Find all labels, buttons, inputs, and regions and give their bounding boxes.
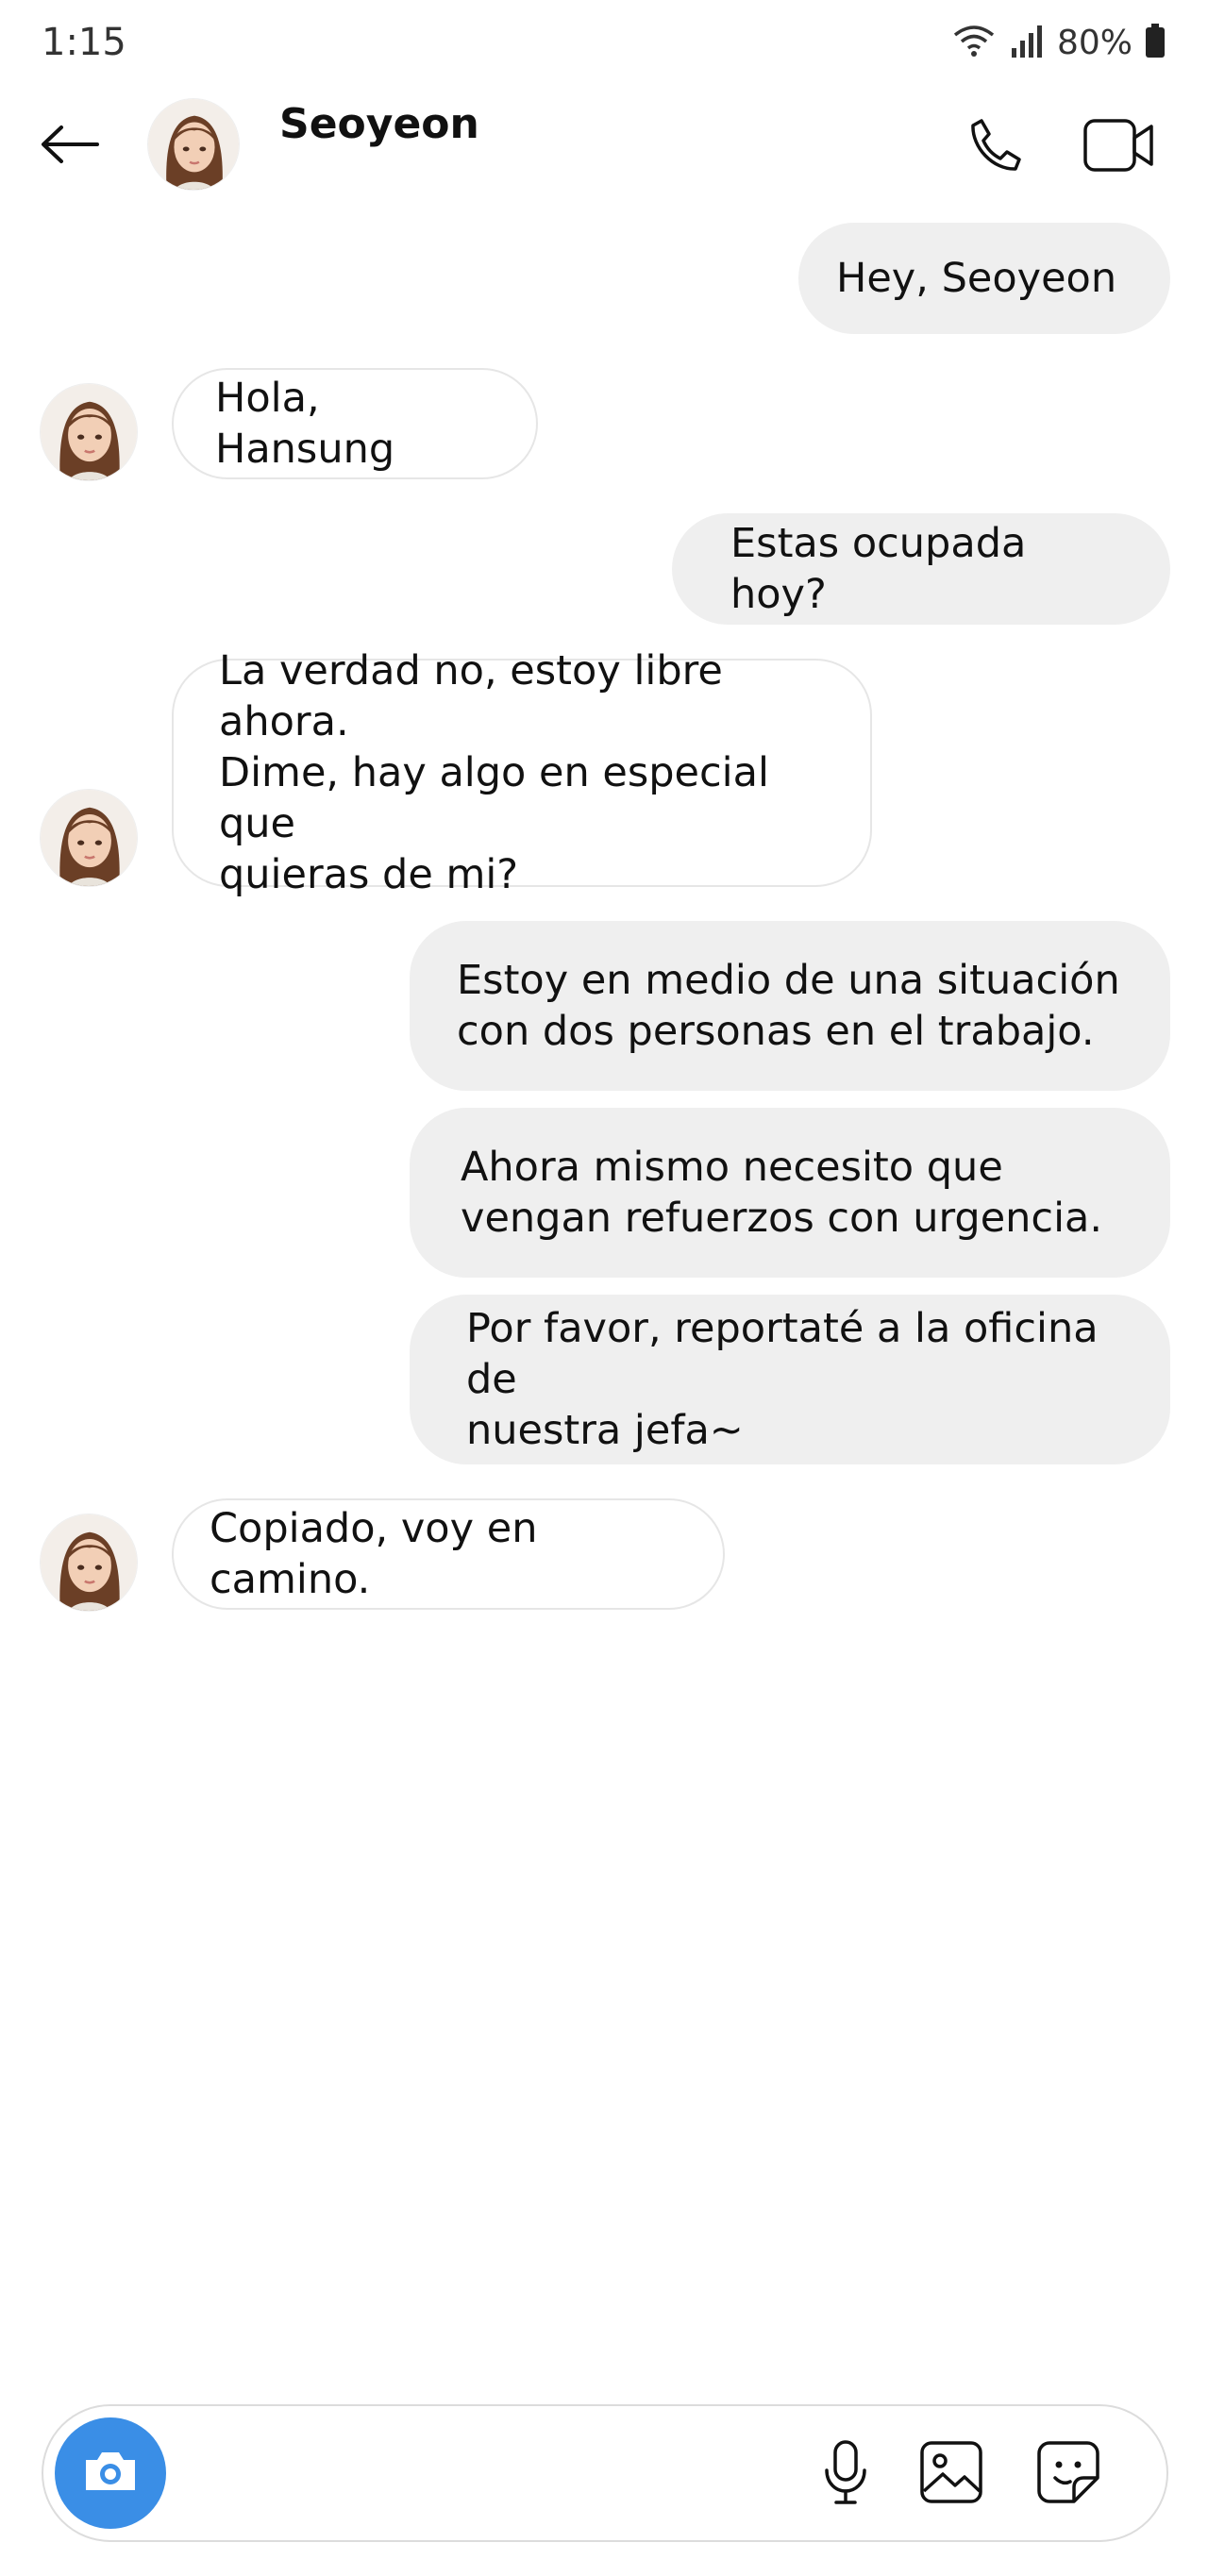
voice-message-button[interactable]: [806, 2434, 885, 2514]
status-bar: 1:15 80%: [0, 0, 1208, 85]
message-bubble-sent[interactable]: Hey, Seoyeon: [798, 223, 1170, 334]
status-time: 1:15: [42, 21, 126, 64]
message-bubble-received[interactable]: Copiado, voy en camino.: [172, 1498, 725, 1610]
chat-header: Seoyeon: [0, 85, 1208, 208]
sender-avatar[interactable]: [40, 383, 138, 481]
gallery-icon: [917, 2438, 985, 2510]
message-text: Por favor, reportaté a la oficina de nue…: [466, 1305, 1099, 1454]
sticker-button[interactable]: [1029, 2434, 1108, 2514]
wifi-icon: [951, 22, 997, 63]
message-text: Hey, Seoyeon: [836, 255, 1117, 302]
message-text: Copiado, voy en camino.: [210, 1505, 538, 1603]
message-composer: [42, 2404, 1168, 2542]
message-text: La verdad no, estoy libre ahora. Dime, h…: [219, 647, 769, 898]
message-bubble-sent[interactable]: Ahora mismo necesito que vengan refuerzo…: [410, 1108, 1170, 1278]
message-text: Estoy en medio de una situación con dos …: [457, 957, 1120, 1055]
video-call-button[interactable]: [1074, 109, 1165, 185]
sender-avatar[interactable]: [40, 789, 138, 887]
sender-avatar[interactable]: [40, 1514, 138, 1612]
phone-icon: [965, 115, 1025, 179]
contact-name[interactable]: Seoyeon: [279, 100, 479, 148]
contact-avatar[interactable]: [147, 98, 240, 191]
voice-call-button[interactable]: [957, 109, 1032, 185]
back-button[interactable]: [36, 113, 102, 179]
battery-percent: 80%: [1056, 23, 1132, 62]
signal-icon: [1008, 22, 1046, 63]
camera-icon: [80, 2447, 141, 2500]
message-bubble-sent[interactable]: Por favor, reportaté a la oficina de nue…: [410, 1295, 1170, 1464]
camera-button[interactable]: [55, 2417, 166, 2529]
message-bubble-sent[interactable]: Estoy en medio de una situación con dos …: [410, 921, 1170, 1091]
gallery-button[interactable]: [912, 2434, 991, 2514]
video-camera-icon: [1082, 115, 1157, 179]
sticker-icon: [1034, 2438, 1102, 2510]
message-input[interactable]: [185, 2425, 798, 2523]
microphone-icon: [819, 2438, 872, 2510]
battery-icon: [1144, 22, 1166, 63]
status-icons: 80%: [951, 21, 1166, 64]
back-arrow-icon: [39, 124, 99, 169]
message-bubble-received[interactable]: La verdad no, estoy libre ahora. Dime, h…: [172, 647, 872, 898]
message-text: Ahora mismo necesito que vengan refuerzo…: [461, 1144, 1103, 1242]
message-text: Hola, Hansung: [215, 375, 395, 473]
message-bubble-sent[interactable]: Estas ocupada hoy?: [672, 513, 1170, 625]
message-text: Estas ocupada hoy?: [730, 520, 1027, 618]
message-bubble-received[interactable]: Hola, Hansung: [172, 368, 538, 479]
